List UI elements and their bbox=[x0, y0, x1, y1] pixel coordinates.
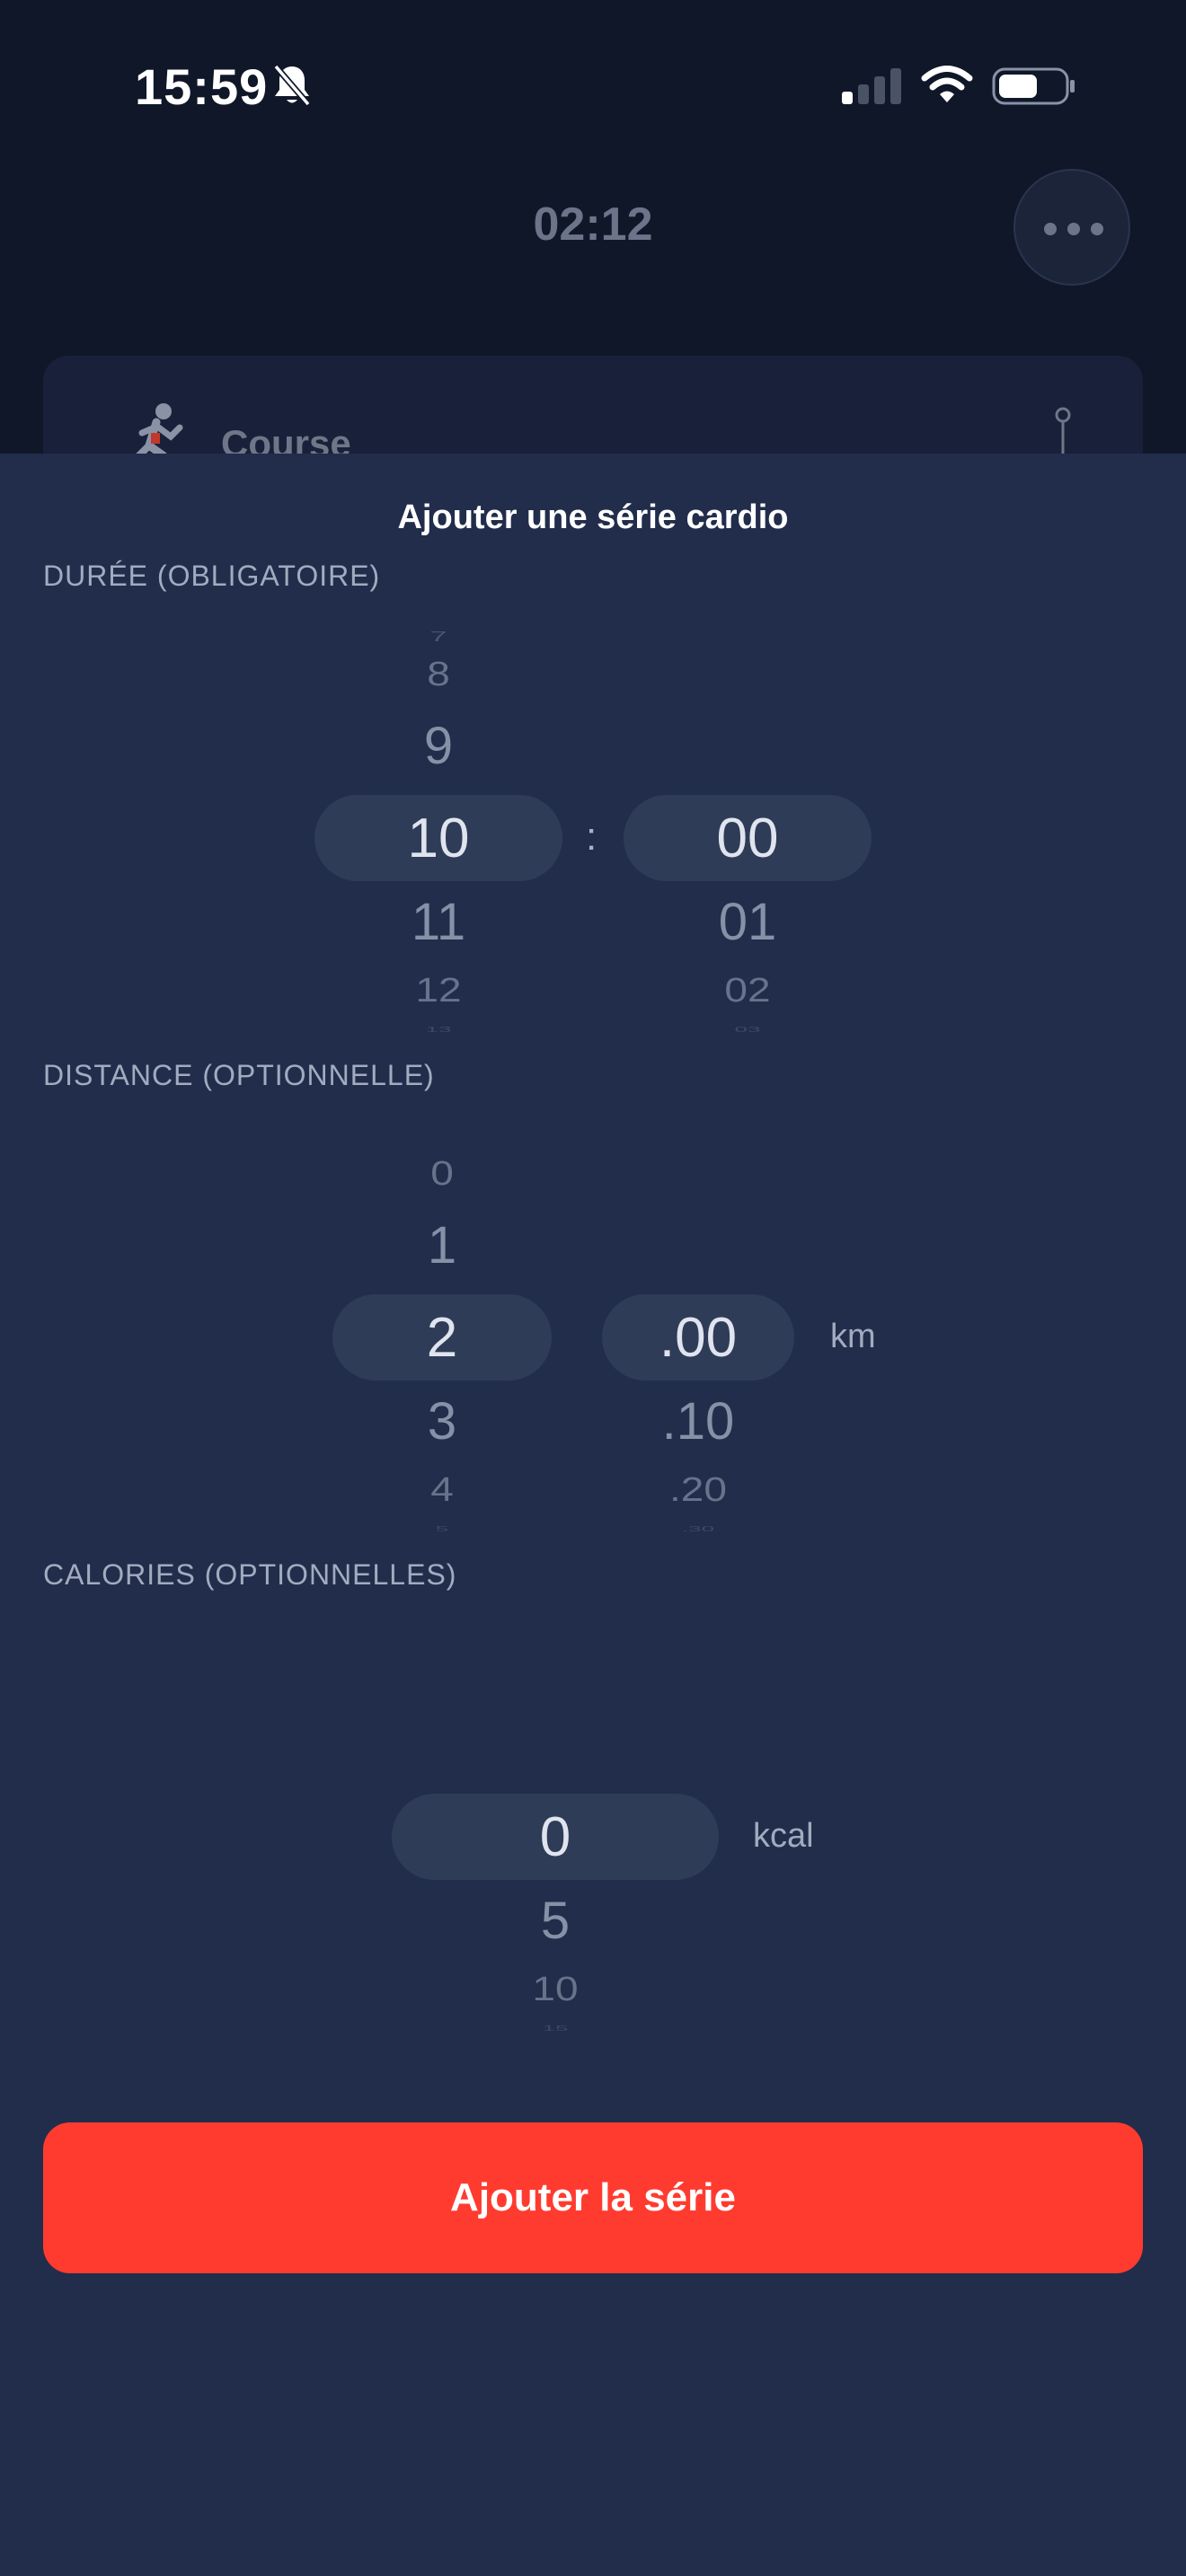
bell-slash-icon bbox=[273, 64, 311, 107]
more-options-button[interactable] bbox=[1013, 169, 1130, 286]
signal-icon bbox=[842, 68, 901, 104]
workout-timer: 02:12 bbox=[533, 198, 653, 251]
picker-value: .30 bbox=[681, 1524, 715, 1533]
status-bar: 15:59 bbox=[0, 0, 1186, 171]
duration-label: DURÉE (OBLIGATOIRE) bbox=[43, 560, 381, 592]
picker-value: .20 bbox=[669, 1469, 727, 1509]
picker-selected-value: .00 bbox=[659, 1307, 738, 1369]
picker-value: 10 bbox=[532, 1969, 579, 2008]
picker-value: .10 bbox=[661, 1392, 735, 1451]
picker-value: 03 bbox=[734, 1025, 761, 1034]
picker-value: 5 bbox=[540, 1892, 571, 1950]
distance-unit: km bbox=[830, 1318, 876, 1355]
picker-value: 5 bbox=[435, 1524, 449, 1533]
picker-selected-value: 2 bbox=[426, 1307, 458, 1369]
add-set-button[interactable]: Ajouter la série bbox=[43, 2122, 1143, 2273]
ellipsis-icon bbox=[1044, 223, 1057, 235]
picker-value: 1 bbox=[427, 1216, 457, 1275]
battery-icon bbox=[992, 67, 1075, 105]
picker-value: 01 bbox=[718, 893, 777, 951]
picker-value: 11 bbox=[411, 893, 466, 951]
status-time: 15:59 bbox=[135, 58, 269, 115]
sheet-title: Ajouter une série cardio bbox=[397, 498, 789, 536]
ellipsis-icon-dot bbox=[1067, 223, 1080, 235]
picker-value: 02 bbox=[724, 970, 771, 1010]
picker-selected-value: 00 bbox=[716, 807, 779, 869]
picker-value: 9 bbox=[423, 717, 454, 775]
picker-selected-value: 0 bbox=[539, 1806, 571, 1868]
picker-value: 7 bbox=[429, 629, 447, 645]
add-cardio-set-sheet: Ajouter une série cardio DURÉE (OBLIGATO… bbox=[0, 454, 1186, 2576]
calories-unit: kcal bbox=[753, 1817, 814, 1855]
picker-value: 12 bbox=[415, 970, 462, 1010]
picker-value: 13 bbox=[425, 1025, 452, 1034]
duration-separator: : bbox=[586, 815, 597, 859]
calories-label: CALORIES (OPTIONNELLES) bbox=[43, 1558, 457, 1591]
wifi-icon bbox=[921, 66, 973, 102]
distance-label: DISTANCE (OPTIONNELLE) bbox=[43, 1059, 435, 1091]
picker-value: 4 bbox=[430, 1469, 454, 1509]
picker-value: 15 bbox=[542, 2024, 569, 2033]
picker-value: 8 bbox=[427, 654, 450, 693]
ellipsis-icon-dot bbox=[1091, 223, 1103, 235]
picker-selected-value: 10 bbox=[407, 807, 470, 869]
picker-value: 3 bbox=[427, 1392, 457, 1451]
picker-value: 0 bbox=[430, 1153, 454, 1193]
